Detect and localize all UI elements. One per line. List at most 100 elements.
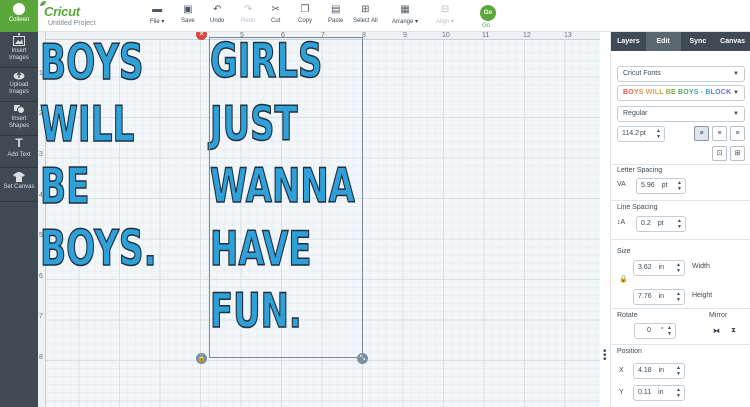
select-all-button[interactable]: ⊞ Select All: [353, 5, 378, 25]
x-unit: in: [658, 367, 665, 374]
cut-icon: ✂: [271, 4, 280, 15]
width-input[interactable]: 3.62 in ▲ ▼: [633, 260, 685, 276]
set-canvas-label: Set Canvas: [3, 184, 35, 190]
advanced-text-button[interactable]: ⊞: [730, 146, 745, 161]
add-text-button[interactable]: T Add Text: [0, 137, 38, 168]
file-menu-button[interactable]: ▬ File ▾: [150, 5, 164, 26]
redo-label: Redo: [241, 18, 256, 24]
insert-images-label-1: Insert: [11, 48, 27, 54]
project-name[interactable]: Untitled Project: [48, 20, 95, 27]
divider: [611, 200, 750, 201]
insert-images-label-2: Images: [9, 55, 29, 61]
font-source-select[interactable]: Cricut Fonts ▼: [617, 66, 745, 82]
text-line: WILL: [39, 96, 135, 153]
design-canvas[interactable]: 4 5 6 7 8 9 10 11 12 13 1 2 3 4 5 6 7 8 …: [38, 32, 600, 407]
line-spacing-input[interactable]: 0.2 pt ▲ ▼: [636, 216, 686, 232]
selection-bounding-box: [209, 37, 363, 358]
panel-drag-dots-icon[interactable]: • • •: [603, 347, 607, 365]
upload-images-label-1: Upload: [9, 82, 29, 88]
ruler-top-label: 12: [523, 32, 531, 39]
ruler-left-label: 7: [39, 313, 43, 320]
font-style-value: Regular: [623, 110, 648, 117]
cut-button[interactable]: ✂ Cut: [271, 4, 280, 25]
copy-label: Copy: [298, 18, 313, 24]
letter-spacing-input[interactable]: 5.96 pt ▲ ▼: [636, 178, 686, 194]
divider: [611, 344, 750, 345]
tab-sync[interactable]: Sync: [681, 32, 716, 51]
user-menu[interactable]: Colleen ▾: [0, 0, 38, 38]
copy-button[interactable]: ❐ Copy: [298, 5, 313, 25]
paste-button[interactable]: ▤ Paste: [328, 5, 343, 25]
stepper-arrows-icon[interactable]: ▲ ▼: [676, 262, 681, 274]
lock-handle-icon[interactable]: 🔒: [196, 353, 207, 364]
arrange-icon: ▦: [400, 4, 410, 15]
position-x-input[interactable]: 4.18 in ▲ ▼: [633, 363, 685, 379]
upload-images-button[interactable]: Upload Images: [0, 70, 38, 102]
font-style-select[interactable]: Regular ▼: [617, 106, 745, 122]
stepper-arrows-icon[interactable]: ▲ ▼: [677, 180, 682, 192]
mirror-horizontal-icon[interactable]: ⧓: [713, 327, 720, 335]
arrange-button[interactable]: ▦ Arrange ▾: [392, 4, 419, 26]
tab-edit[interactable]: Edit: [645, 32, 681, 51]
stepper-arrows-icon[interactable]: ▲ ▼: [676, 387, 681, 399]
height-value: 7.76: [638, 293, 652, 300]
stepper-arrows-icon[interactable]: ▲ ▼: [656, 128, 661, 140]
letter-spacing-icon: VA: [617, 181, 626, 188]
stepper-arrows-icon[interactable]: ▲ ▼: [677, 218, 682, 230]
stepper-arrows-icon[interactable]: ▲ ▼: [667, 325, 672, 337]
align-center-button[interactable]: ≡: [712, 126, 727, 141]
ruler-top-label: 10: [442, 32, 450, 39]
height-input[interactable]: 7.76 in ▲ ▼: [633, 289, 685, 305]
arrange-label: Arrange: [392, 19, 414, 25]
chevron-down-icon: ▼: [733, 111, 739, 117]
rotate-value: 0: [647, 327, 651, 334]
shirt-icon: [13, 172, 25, 182]
stepper-arrows-icon[interactable]: ▲ ▼: [676, 365, 681, 377]
insert-images-button[interactable]: Insert Images: [0, 36, 38, 68]
go-button[interactable]: Go: [480, 5, 496, 21]
panel-tabs: Layers Edit Sync Canvas: [611, 32, 750, 51]
align-center-icon: ≡: [717, 130, 722, 137]
insert-shapes-button[interactable]: Insert Shapes: [0, 104, 38, 136]
lock-proportions-icon[interactable]: 🔒: [619, 275, 628, 283]
upload-images-label-2: Images: [9, 89, 29, 95]
font-name-select[interactable]: BOYS WILL BE BOYS - BLOCK ▼: [617, 85, 745, 101]
divider: [611, 239, 750, 240]
mirror-label: Mirror: [709, 312, 728, 319]
redo-button[interactable]: ↷ Redo: [241, 5, 256, 25]
font-size-input[interactable]: 114.2pt ▲ ▼: [617, 126, 665, 142]
rotate-input[interactable]: 0 ° ▲ ▼: [634, 323, 676, 339]
save-button[interactable]: ▣ Save: [181, 5, 195, 25]
undo-button[interactable]: ↶ Undo: [210, 5, 225, 25]
boys-text-layer[interactable]: BOYS WILL BE BOYS.: [39, 37, 207, 286]
align-right-icon: ≡: [735, 130, 740, 137]
letter-spacing-value: 5.96: [641, 182, 655, 189]
top-header: Cricut Untitled Project ▬ File ▾ ▣ Save …: [38, 0, 750, 32]
align-left-button[interactable]: ≡: [694, 126, 709, 141]
align-right-button[interactable]: ≡: [730, 126, 745, 141]
mirror-vertical-icon[interactable]: ⧗: [731, 327, 736, 335]
align-button[interactable]: ⊟ Align ▾: [436, 5, 454, 26]
x-value: 4.18: [638, 367, 652, 374]
chevron-down-icon: ▾: [415, 19, 419, 25]
tab-canvas[interactable]: Canvas: [715, 32, 750, 51]
curve-text-button[interactable]: ⊡: [712, 146, 727, 161]
go-label: Go: [482, 23, 491, 29]
stepper-arrows-icon[interactable]: ▲ ▼: [676, 291, 681, 303]
resize-handle-icon[interactable]: ⤡: [357, 353, 368, 364]
brand-logo: Cricut: [44, 4, 80, 19]
position-y-input[interactable]: 0.11 in ▲ ▼: [633, 385, 685, 401]
user-name: Colleen: [8, 17, 30, 23]
user-avatar-icon: [13, 3, 25, 15]
set-canvas-button[interactable]: Set Canvas: [0, 172, 38, 202]
size-label: Size: [617, 248, 631, 255]
cloud-upload-icon: [13, 72, 25, 80]
text-line: BOYS.: [39, 220, 157, 277]
divider: [611, 164, 750, 165]
line-spacing-unit: pt: [657, 220, 664, 227]
height-label: Height: [692, 292, 713, 299]
undo-label: Undo: [210, 18, 225, 24]
align-left-icon: ≡: [699, 130, 704, 137]
tab-layers[interactable]: Layers: [611, 32, 646, 51]
chevron-down-icon: ▼: [733, 71, 739, 77]
